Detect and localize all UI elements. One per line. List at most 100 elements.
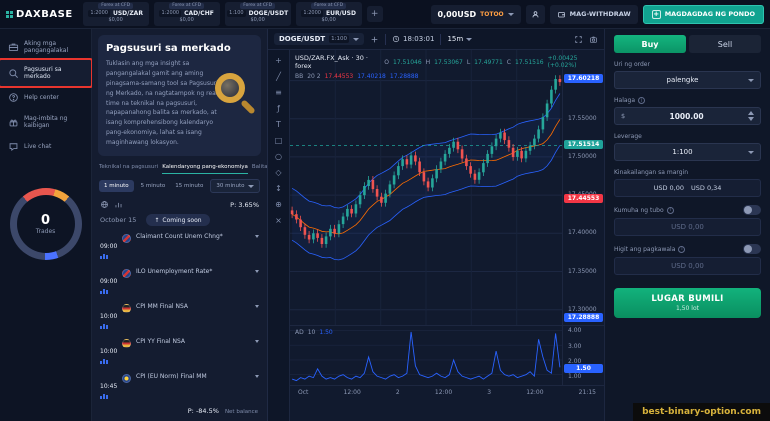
measure-tool-icon[interactable]: ↕	[275, 185, 282, 193]
globe-icon[interactable]	[100, 200, 109, 209]
delete-drawings-icon[interactable]: ×	[275, 217, 282, 225]
impact-bars-icon	[100, 289, 117, 294]
amount-field: $	[614, 107, 761, 125]
decrement-button[interactable]	[748, 117, 754, 121]
crosshair-icon[interactable]: +	[275, 57, 282, 65]
pattern-tool-icon[interactable]: ◇	[275, 169, 281, 177]
stat-top: P: 3.65%	[230, 201, 259, 209]
legend-symbol[interactable]: USD/ZAR.FX_Ask · 30 · forex	[295, 54, 380, 70]
sidebar-item-my-trades[interactable]: Aking mga pangangalakal	[0, 34, 91, 60]
filter-1-minute[interactable]: 1 minuto	[99, 180, 134, 192]
filter-15-minutes[interactable]: 15 minuto	[172, 180, 206, 192]
gift-icon	[8, 117, 19, 128]
trend-line-icon[interactable]: ╱	[276, 73, 281, 81]
sidebar-item-market-analysis[interactable]: Pagsusuri sa merkado	[0, 60, 91, 86]
filter-30-minutes-dropdown[interactable]: 30 minuto	[210, 179, 259, 193]
price-axis[interactable]: 17.6000017.5500017.5000017.4500017.40000…	[562, 50, 604, 325]
lot-size: 1,50 lot	[676, 305, 699, 312]
ad-axis[interactable]: 4.003.002.001.001.50	[562, 325, 604, 385]
flag-icon	[122, 234, 131, 243]
date-header: October 15	[100, 216, 136, 224]
calendar-event-row[interactable]: 10:45 CPI (EU Norm) Final MM	[92, 368, 267, 403]
trades-count: 0	[36, 213, 56, 228]
add-indicator-button[interactable]	[370, 35, 379, 44]
trades-progress-ring: 0 Trades	[10, 188, 82, 260]
chat-icon	[8, 141, 19, 152]
time-axis-label: 12:00	[344, 389, 361, 396]
timeframe-selector[interactable]: 15m	[447, 35, 472, 43]
app-logo[interactable]: DAXBASE	[6, 9, 73, 20]
help-icon	[8, 92, 19, 103]
pair-tab-dogeusdt[interactable]: Forex at CFD 1:100 DOGE/USDT $0,00	[225, 2, 291, 26]
pair-tab-eurusd[interactable]: Forex at CFD 1:2000 EUR/USD $0,00	[296, 2, 362, 26]
rectangle-tool-icon[interactable]: □	[275, 137, 283, 145]
text-tool-icon[interactable]: T	[276, 121, 281, 129]
analysis-title: Pagsusuri sa merkado	[106, 43, 253, 54]
zoom-tool-icon[interactable]: ⊕	[275, 201, 282, 209]
withdraw-button[interactable]: MAG-WITHDRAW	[550, 5, 638, 24]
sidebar-item-help-center[interactable]: Help center	[0, 86, 91, 109]
profile-button[interactable]	[526, 5, 545, 24]
chevron-down-icon	[255, 305, 259, 308]
tab-pair: CAD/CHF	[184, 10, 214, 17]
increment-button[interactable]	[748, 111, 754, 115]
calendar-event-row[interactable]: 09:00 ILO Unemployment Rate*	[92, 263, 267, 298]
stop-loss-toggle[interactable]	[743, 244, 761, 254]
impact-bars-icon	[100, 324, 117, 329]
account-balance-dropdown[interactable]: 0,00USD TOTOO	[431, 5, 521, 24]
calendar-event-row[interactable]: 10:00 CPI MM Final NSA	[92, 298, 267, 333]
stat-bottom-label: Net balance	[225, 409, 258, 415]
divider	[440, 34, 441, 45]
pair-tab-cadchf[interactable]: Forex at CFD 1:2000 CAD/CHF $0,00	[154, 2, 220, 26]
coming-soon-button[interactable]: Coming soon	[146, 214, 209, 226]
drawing-toolbar: + ╱ ≡ ƒT □ ○ ◇ ↕ ⊕ ×	[268, 50, 290, 421]
stop-loss-field[interactable]: USD 0,00	[614, 257, 761, 275]
chevron-down-icon	[255, 340, 259, 343]
amount-input[interactable]	[629, 112, 744, 121]
sidebar-item-live-chat[interactable]: Live chat	[0, 135, 91, 158]
expand-icon	[574, 35, 583, 44]
tab-market-news[interactable]: Balita sa merkado	[252, 162, 267, 174]
chart-pair-selector[interactable]: DOGE/USDT 1:100	[274, 33, 364, 45]
calendar-event-row[interactable]: 09:00 Claimant Count Unem Chng*	[92, 228, 267, 263]
take-profit-toggle[interactable]	[743, 205, 761, 215]
sidebar-item-label: Live chat	[24, 143, 51, 150]
fullscreen-button[interactable]	[574, 35, 583, 44]
flag-icon	[122, 269, 131, 278]
tab-leverage: 1:2000	[159, 10, 181, 17]
filter-5-minutes[interactable]: 5 minuto	[138, 180, 169, 192]
place-buy-button[interactable]: LUGAR BUMILI 1,50 lot	[614, 288, 761, 318]
time-axis[interactable]: Oct12:00212:00312:0021:15	[290, 385, 604, 399]
leverage-dropdown[interactable]: 1:100	[614, 143, 761, 161]
buy-tab[interactable]: Buy	[614, 35, 686, 53]
impact-bars-icon	[100, 254, 117, 259]
flag-icon	[122, 339, 131, 348]
analysis-tabs: Teknikal na pagsusuri Kalendaryong pang-…	[92, 158, 267, 174]
ellipse-tool-icon[interactable]: ○	[275, 153, 282, 161]
market-analysis-panel: Pagsusuri sa merkado Tuklasin ang mga in…	[92, 29, 268, 421]
indicator-function-icon[interactable]: ƒ	[277, 105, 280, 113]
person-icon	[531, 10, 540, 19]
fib-retracement-icon[interactable]: ≡	[275, 89, 282, 97]
take-profit-field[interactable]: USD 0,00	[614, 218, 761, 236]
sell-tab[interactable]: Sell	[689, 35, 761, 53]
time-axis-label: Oct	[298, 389, 308, 396]
tab-technical-analysis[interactable]: Teknikal na pagsusuri	[99, 162, 158, 174]
calendar-event-row[interactable]: 10:00 CPI YY Final NSA	[92, 333, 267, 368]
add-pair-tab-button[interactable]	[367, 6, 383, 22]
snapshot-button[interactable]	[589, 35, 598, 44]
topbar: DAXBASE Forex at CFD 1:2000 USD/ZAR $0,0…	[0, 0, 770, 29]
candlestick-chart[interactable]	[290, 50, 562, 325]
bb-indicator-name[interactable]: BB	[295, 73, 303, 80]
tab-economic-calendar[interactable]: Kalendaryong pang-ekonomiya	[162, 162, 248, 174]
chart-bars-icon[interactable]	[114, 200, 123, 209]
ad-indicator-value: 1.50	[319, 329, 332, 336]
ad-indicator-legend: AD 10 1.50	[295, 329, 333, 336]
ad-indicator-name[interactable]: AD	[295, 329, 304, 336]
add-funds-button[interactable]: MAGDAGDAG NG PONDO	[643, 5, 764, 24]
order-type-dropdown[interactable]: palengke	[614, 71, 761, 89]
pair-tab-usdzar[interactable]: Forex at CFD 1:2000 USD/ZAR $0,00	[83, 2, 149, 26]
time-axis-label: 21:15	[579, 389, 596, 396]
chevron-down-icon	[748, 151, 754, 154]
sidebar-item-invite-friend[interactable]: Mag-imbita ng kaibigan	[0, 109, 91, 135]
